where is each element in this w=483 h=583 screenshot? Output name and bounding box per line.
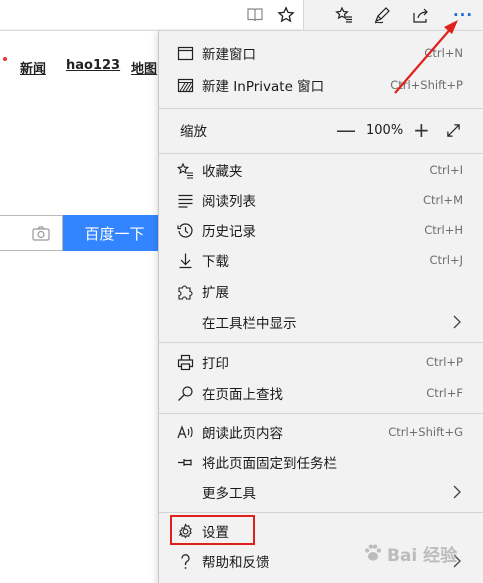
menu-shortcut: Ctrl+F — [426, 386, 463, 400]
zoom-out-button[interactable]: — — [336, 115, 356, 145]
search-button[interactable]: 百度一下 — [63, 215, 163, 251]
more-actions-button[interactable]: ··· — [450, 4, 476, 26]
menu-label: 朗读此页内容 — [202, 426, 283, 442]
camera-icon[interactable] — [32, 225, 50, 241]
menu-label: 下载 — [202, 254, 229, 270]
download-arrow-icon — [176, 251, 194, 269]
menu-separator — [159, 108, 483, 109]
chevron-right-icon — [453, 485, 461, 499]
zoom-in-button[interactable]: + — [413, 115, 430, 145]
menu-separator — [159, 413, 483, 414]
menu-shortcut: Ctrl+H — [424, 223, 463, 237]
share-icon[interactable] — [410, 4, 432, 26]
window-icon — [176, 44, 194, 62]
menu-item-history[interactable]: 历史记录 Ctrl+H — [159, 215, 483, 245]
menu-item-more-tools[interactable]: 更多工具 — [159, 477, 483, 507]
menu-label: 帮助和反馈 — [202, 555, 270, 571]
menu-label: 阅读列表 — [202, 194, 256, 210]
menu-item-print[interactable]: 打印 Ctrl+P — [159, 347, 483, 377]
nav-link-map[interactable]: 地图 — [131, 58, 157, 77]
settings-and-more-menu: 新建窗口 Ctrl+N 新建 InPrivate 窗口 Ctrl+Shift+P… — [158, 31, 483, 583]
zoom-label: 缩放 — [180, 124, 207, 140]
menu-label: 打印 — [202, 356, 229, 372]
search-icon — [176, 384, 194, 402]
menu-separator — [159, 153, 483, 154]
menu-item-show-in-toolbar[interactable]: 在工具栏中显示 — [159, 307, 483, 337]
menu-shortcut: Ctrl+Shift+G — [388, 425, 463, 439]
pen-notes-icon[interactable] — [371, 4, 393, 26]
menu-label: 在工具栏中显示 — [202, 316, 297, 332]
address-bar[interactable] — [0, 0, 304, 29]
chevron-right-icon — [453, 315, 461, 329]
menu-label: 收藏夹 — [202, 164, 243, 180]
menu-label: 扩展 — [202, 285, 229, 301]
menu-shortcut: Ctrl+N — [424, 46, 463, 60]
menu-item-downloads[interactable]: 下载 Ctrl+J — [159, 245, 483, 275]
search-input[interactable] — [0, 215, 63, 251]
question-mark-icon — [176, 552, 194, 570]
settings-highlight-box — [170, 515, 255, 545]
menu-item-pin-to-taskbar[interactable]: 将此页面固定到任务栏 — [159, 447, 483, 477]
favorites-list-icon — [176, 161, 194, 179]
menu-item-new-window[interactable]: 新建窗口 Ctrl+N — [159, 38, 483, 68]
menu-label: 历史记录 — [202, 224, 256, 240]
fullscreen-icon[interactable] — [446, 115, 461, 145]
menu-item-find-on-page[interactable]: 在页面上查找 Ctrl+F — [159, 378, 483, 408]
chevron-right-icon — [453, 554, 461, 568]
puzzle-piece-icon — [176, 282, 194, 300]
menu-separator — [159, 512, 483, 513]
menu-shortcut: Ctrl+P — [425, 355, 463, 369]
menu-item-favorites[interactable]: 收藏夹 Ctrl+I — [159, 155, 483, 185]
menu-item-help-and-feedback[interactable]: 帮助和反馈 — [159, 546, 483, 576]
read-aloud-icon — [176, 423, 194, 441]
reading-list-icon — [176, 191, 194, 209]
menu-item-zoom: 缩放 — 100% + — [159, 115, 483, 145]
notification-dot — [3, 57, 7, 61]
menu-label: 新建窗口 — [202, 47, 256, 63]
menu-item-read-aloud[interactable]: 朗读此页内容 Ctrl+Shift+G — [159, 417, 483, 447]
menu-label: 在页面上查找 — [202, 387, 283, 403]
menu-separator — [159, 342, 483, 343]
menu-label: 更多工具 — [202, 486, 256, 502]
menu-item-new-inprivate-window[interactable]: 新建 InPrivate 窗口 Ctrl+Shift+P — [159, 70, 483, 100]
nav-link-hao123[interactable]: hao123 — [66, 58, 120, 73]
printer-icon — [176, 353, 194, 371]
reading-view-icon[interactable] — [244, 4, 266, 26]
favorites-hub-icon[interactable] — [333, 4, 355, 26]
browser-toolbar: ··· — [0, 0, 483, 31]
menu-shortcut: Ctrl+M — [422, 193, 463, 207]
inprivate-window-icon — [176, 76, 194, 94]
nav-link-news[interactable]: 新闻 — [20, 58, 46, 77]
menu-label: 新建 InPrivate 窗口 — [202, 79, 325, 95]
menu-shortcut: Ctrl+J — [429, 253, 464, 267]
pin-icon — [176, 453, 194, 471]
menu-item-reading-list[interactable]: 阅读列表 Ctrl+M — [159, 185, 483, 215]
menu-shortcut: Ctrl+I — [429, 163, 464, 177]
history-clock-icon — [176, 221, 194, 239]
menu-label: 将此页面固定到任务栏 — [202, 456, 337, 472]
menu-item-extensions[interactable]: 扩展 — [159, 276, 483, 306]
zoom-level: 100% — [366, 122, 404, 138]
menu-shortcut: Ctrl+Shift+P — [390, 78, 463, 92]
favorite-star-icon[interactable] — [275, 4, 297, 26]
